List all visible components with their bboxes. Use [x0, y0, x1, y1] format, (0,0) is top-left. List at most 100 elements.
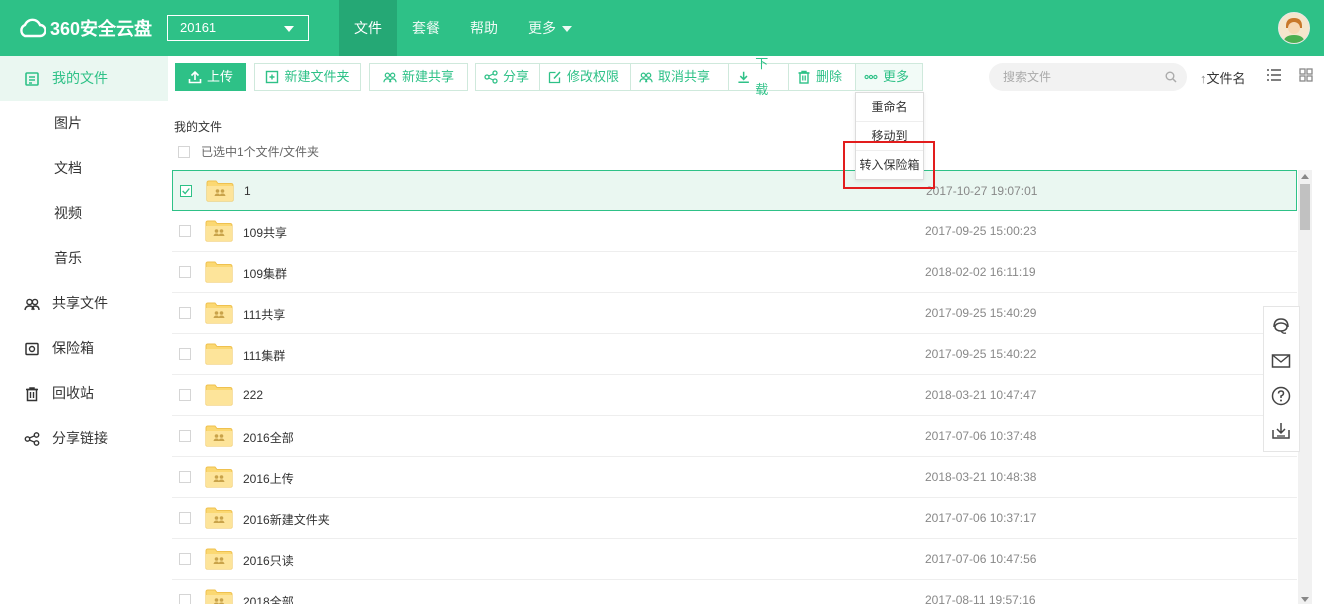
- nav-plans[interactable]: 套餐: [397, 0, 455, 56]
- sidebar: 我的文件 图片 文档 视频 音乐 共享文件 保险箱 回收站 分享链接: [0, 56, 168, 604]
- customer-service-icon[interactable]: [1271, 316, 1291, 336]
- check-icon: [182, 188, 190, 195]
- grid-view-icon[interactable]: [1299, 68, 1313, 82]
- cloud-logo-icon: [20, 18, 46, 38]
- delete-label: 删除: [816, 69, 843, 84]
- row-checkbox[interactable]: [179, 225, 191, 237]
- file-modified-time: 2018-02-02 16:11:19: [925, 265, 1036, 279]
- table-row[interactable]: 111集群 2017-09-25 15:40:22: [172, 334, 1297, 375]
- file-modified-time: 2018-03-21 10:47:47: [925, 388, 1037, 402]
- table-row[interactable]: 2016新建文件夹 2017-07-06 10:37:17: [172, 498, 1297, 539]
- file-name[interactable]: 2016新建文件夹: [243, 511, 330, 528]
- search-box: [989, 63, 1187, 91]
- row-checkbox[interactable]: [179, 430, 191, 442]
- sidebar-item-label: 文档: [54, 160, 82, 176]
- my-files-icon: [25, 72, 39, 86]
- menu-item-rename[interactable]: 重命名: [856, 93, 923, 122]
- new-folder-label: 新建文件夹: [284, 69, 350, 84]
- row-checkbox[interactable]: [179, 266, 191, 278]
- table-row[interactable]: 109共享 2017-09-25 15:00:23: [172, 211, 1297, 252]
- table-row[interactable]: 2016只读 2017-07-06 10:47:56: [172, 539, 1297, 580]
- sidebar-item-videos[interactable]: 视频: [0, 191, 168, 236]
- upload-button[interactable]: 上传: [175, 63, 246, 91]
- side-toolbar: [1263, 306, 1300, 452]
- top-bar: 360安全云盘 20161 文件 套餐 帮助 更多: [0, 0, 1324, 56]
- row-checkbox[interactable]: [179, 471, 191, 483]
- share-button[interactable]: 分享: [476, 64, 540, 90]
- shared-users-icon: [24, 298, 40, 311]
- row-checkbox[interactable]: [179, 594, 191, 604]
- scrollbar[interactable]: [1298, 170, 1312, 604]
- search-icon[interactable]: [1165, 71, 1177, 83]
- highlight-box: [843, 141, 935, 189]
- account-selector[interactable]: 20161: [167, 15, 309, 41]
- download-button[interactable]: 下载: [729, 56, 789, 97]
- table-row[interactable]: 222 2018-03-21 10:47:47: [172, 375, 1297, 416]
- file-name[interactable]: 2016只读: [243, 552, 294, 569]
- sidebar-item-images[interactable]: 图片: [0, 101, 168, 146]
- row-checkbox[interactable]: [180, 185, 192, 197]
- nav-files[interactable]: 文件: [339, 0, 397, 56]
- mail-icon[interactable]: [1271, 351, 1291, 371]
- sidebar-item-shared-files[interactable]: 共享文件: [0, 281, 168, 326]
- cancel-share-button[interactable]: 取消共享: [631, 64, 729, 90]
- scroll-up-arrow-icon[interactable]: [1301, 174, 1309, 179]
- table-row[interactable]: 2016上传 2018-03-21 10:48:38: [172, 457, 1297, 498]
- user-avatar[interactable]: [1278, 12, 1310, 44]
- file-name[interactable]: 1: [244, 184, 251, 198]
- delete-button[interactable]: 删除: [789, 64, 856, 90]
- table-row[interactable]: 2018全部 2017-08-11 19:57:16: [172, 580, 1297, 604]
- file-name[interactable]: 2016上传: [243, 470, 294, 487]
- row-checkbox[interactable]: [179, 307, 191, 319]
- more-button[interactable]: 更多: [856, 64, 922, 90]
- shared-folder-icon: [205, 302, 233, 324]
- download-icon: [738, 71, 749, 83]
- cancel-share-label: 取消共享: [658, 69, 711, 84]
- file-name[interactable]: 111共享: [243, 306, 285, 323]
- sort-by-name[interactable]: ↑文件名: [1200, 68, 1246, 87]
- sidebar-item-my-files[interactable]: 我的文件: [0, 56, 168, 101]
- search-input[interactable]: [1001, 69, 1155, 85]
- modify-permission-label: 修改权限: [567, 69, 620, 84]
- select-all-checkbox[interactable]: [178, 145, 190, 158]
- sidebar-item-documents[interactable]: 文档: [0, 146, 168, 191]
- table-row[interactable]: 111共享 2017-09-25 15:40:29: [172, 293, 1297, 334]
- file-name[interactable]: 2016全部: [243, 429, 294, 446]
- breadcrumb[interactable]: 我的文件: [174, 118, 222, 135]
- row-checkbox[interactable]: [179, 389, 191, 401]
- row-checkbox[interactable]: [179, 348, 191, 360]
- sidebar-item-share-links[interactable]: 分享链接: [0, 416, 168, 461]
- nav-more[interactable]: 更多: [513, 0, 587, 56]
- list-view-icon[interactable]: [1266, 68, 1282, 82]
- sidebar-item-music[interactable]: 音乐: [0, 236, 168, 281]
- file-name[interactable]: 109共享: [243, 224, 287, 241]
- row-checkbox[interactable]: [179, 512, 191, 524]
- scrollbar-thumb[interactable]: [1300, 184, 1310, 230]
- shared-users-icon: [383, 72, 397, 83]
- sidebar-item-recycle-bin[interactable]: 回收站: [0, 371, 168, 416]
- help-icon[interactable]: [1271, 386, 1291, 406]
- row-checkbox[interactable]: [179, 553, 191, 565]
- table-row[interactable]: 2016全部 2017-07-06 10:37:48: [172, 416, 1297, 457]
- file-name[interactable]: 111集群: [243, 347, 285, 364]
- download-client-icon[interactable]: [1271, 421, 1291, 441]
- more-dots-icon: [864, 74, 878, 80]
- shared-users-icon: [639, 72, 653, 83]
- modify-permission-button[interactable]: 修改权限: [540, 64, 631, 90]
- new-folder-button[interactable]: 新建文件夹: [254, 63, 361, 91]
- file-modified-time: 2017-07-06 10:37:48: [925, 429, 1037, 443]
- file-name[interactable]: 109集群: [243, 265, 287, 282]
- logo[interactable]: 360安全云盘: [18, 14, 152, 42]
- share-link-icon: [24, 432, 40, 446]
- table-row[interactable]: 1 2017-10-27 19:07:01: [172, 170, 1297, 211]
- table-row[interactable]: 109集群 2018-02-02 16:11:19: [172, 252, 1297, 293]
- file-modified-time: 2017-07-06 10:47:56: [925, 552, 1037, 566]
- scroll-down-arrow-icon[interactable]: [1301, 597, 1309, 602]
- file-name[interactable]: 222: [243, 388, 263, 402]
- nav-help[interactable]: 帮助: [455, 0, 513, 56]
- file-name[interactable]: 2018全部: [243, 593, 294, 604]
- shared-folder-icon: [205, 507, 233, 529]
- sidebar-item-safe[interactable]: 保险箱: [0, 326, 168, 371]
- new-share-button[interactable]: 新建共享: [369, 63, 468, 91]
- sidebar-item-label: 视频: [54, 205, 82, 221]
